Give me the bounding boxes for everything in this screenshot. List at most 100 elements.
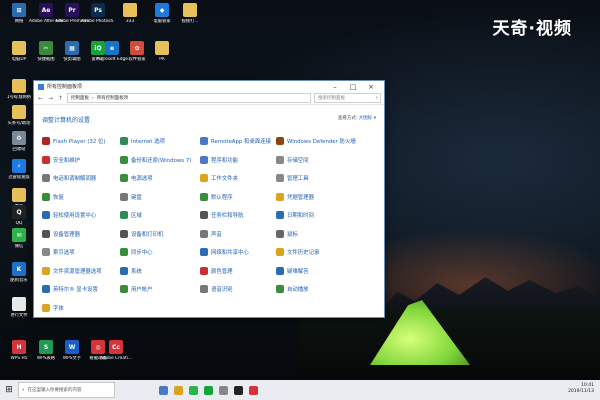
taskbar-app-icon[interactable] [189,385,198,395]
control-panel-item-label: 备份和还原(Windows 7) [131,157,192,164]
control-panel-item-label: 程序和功能 [211,157,238,164]
desktop-icon[interactable]: Q QQ [2,205,36,226]
back-arrow-icon[interactable]: ← [37,95,44,102]
control-panel-item[interactable]: 语音识别 [200,285,233,293]
premiere-icon: Pr [65,3,79,17]
taskbar-search-input[interactable]: ⌕ 在这里输入你要搜索的内容 [18,382,115,398]
control-panel-item[interactable]: 电话和调制解调器 [42,174,96,182]
qq-icon: Q [12,205,26,219]
control-panel-item[interactable]: 鼠标 [276,229,298,238]
control-panel-item[interactable]: 恢复 [42,192,64,201]
control-panel-item[interactable]: 索引选项 [42,248,75,256]
folder-icon [12,105,26,119]
desktop-icon-label: PR [159,57,165,62]
control-panel-item[interactable]: 英特尔® 显卡设置 [42,285,98,293]
view-by-label: 查看方式: [337,116,358,121]
control-panel-item[interactable]: 电源选项 [120,174,153,182]
control-panel-item[interactable]: 同步中心 [120,248,153,256]
desktop-icon[interactable]: ⚡ 迅雷极速版 [2,159,36,180]
taskbar-app-icon[interactable] [204,385,213,395]
desktop-icon[interactable]: 333 [113,3,147,24]
control-panel-item[interactable]: RemoteApp 和桌面连接 [200,137,271,145]
file-icon [183,3,197,17]
forward-arrow-icon[interactable]: → [47,95,54,102]
taskbar-app-icon[interactable] [219,385,228,395]
control-panel-item[interactable]: 程序和功能 [200,155,238,164]
control-panel-item[interactable]: Internet 选项 [120,137,165,145]
credential-icon [276,192,284,201]
window-titlebar[interactable]: 所有控制面板项 – □ × [34,81,384,92]
control-panel-item[interactable]: 用户帐户 [120,285,153,293]
fonts-icon [42,303,50,312]
control-panel-item[interactable]: 设备管理器 [42,229,80,238]
speech-icon [200,285,208,293]
control-panel-item[interactable]: 系统 [120,266,142,275]
desktop-icon[interactable]: 视频打... [173,3,207,24]
control-panel-item[interactable]: 字体 [42,303,64,312]
control-panel-item[interactable]: 自动播放 [276,285,309,293]
control-panel-item[interactable]: 存储空间 [276,155,309,164]
address-root[interactable]: 控制面板 [71,95,89,101]
control-panel-item[interactable]: 疑难解答 [276,266,309,275]
address-bar[interactable]: 控制面板 › 所有控制面板项 [67,93,311,103]
control-panel-item-label: Internet 选项 [131,139,165,145]
control-panel-item[interactable]: 文件资源管理器选项 [42,266,102,275]
desktop-icon[interactable]: Cc Adobe Creati... [99,340,133,361]
desktop-icon-label: Adobe Creati... [100,356,132,361]
control-panel-item[interactable]: 备份和还原(Windows 7) [120,155,192,164]
view-by-dropdown[interactable]: 大图标 ▾ [359,116,376,121]
page-title: 调整计算机的设置 [42,117,91,124]
taskbar-app-icon[interactable] [234,385,243,395]
control-panel-item[interactable]: 安全和维护 [42,155,80,164]
control-panel-item[interactable]: 网络和共享中心 [200,248,249,256]
file-history-icon [276,248,284,256]
control-panel-item[interactable]: 文件历史记录 [276,248,319,256]
folder-icon [123,3,137,17]
close-button[interactable]: × [362,83,380,91]
control-panel-item[interactable]: 任务栏和导航 [200,211,243,219]
control-panel-item[interactable]: 日期和时间 [276,211,314,219]
taskbar-app-icon[interactable] [159,385,168,395]
control-panel-item[interactable]: 区域 [120,211,142,219]
control-panel-window: 所有控制面板项 – □ × ← → ↑ 控制面板 › 所有控制面板项 搜索控制面… [33,80,385,318]
control-panel-item[interactable]: 工作文件夹 [200,174,238,182]
control-panel-search-input[interactable]: 搜索控制面板 ⌕ [314,93,381,103]
desktop-icon[interactable]: K 酷狗音乐 [2,262,36,283]
maximize-button[interactable]: □ [344,83,362,91]
taskbar-app-icon[interactable] [174,385,183,395]
desktop-icon[interactable]: ✉ 微信 [2,228,36,249]
control-panel-item[interactable]: Flash Player (32 位) [42,137,106,145]
system-tray-clock[interactable]: 10:41 2019/11/13 [568,383,594,395]
minimize-button[interactable]: – [326,83,344,91]
desktop-icon[interactable]: Ps Adobe Photosh... [81,3,115,24]
windows-icon[interactable]: ⊞ [0,385,18,395]
taskbar-app-icon[interactable] [249,385,258,395]
desktop-icon[interactable]: 1号标准网络 [2,79,36,100]
desktop-icon-label: 333 [125,19,135,24]
region-icon [120,211,128,219]
control-panel-item-label: 默认程序 [211,194,233,201]
control-panel-item[interactable]: Windows Defender 防火墙 [276,137,356,145]
up-arrow-icon[interactable]: ↑ [57,95,64,102]
control-panel-item[interactable]: 凭据管理器 [276,192,314,201]
desktop-icon[interactable]: 头条号/助理 [2,105,36,126]
wechat-icon: ✉ [12,228,26,242]
control-panel-item[interactable]: 默认程序 [200,192,233,201]
control-panel-item-label: 系统 [131,268,142,275]
ease-of-access-icon [42,211,50,219]
view-by-control[interactable]: 查看方式: 大图标 ▾ [338,115,376,124]
control-panel-item[interactable]: 颜色管理 [200,266,233,275]
address-current[interactable]: 所有控制面板项 [97,95,129,101]
photoshop-icon: Ps [91,3,105,17]
folder-icon [12,79,26,93]
control-panel-item[interactable]: 键盘 [120,192,142,201]
control-panel-item[interactable]: 轻松使用设置中心 [42,211,96,219]
phone-icon [42,174,50,182]
control-panel-item[interactable]: 声音 [200,229,222,238]
control-panel-item[interactable]: 管理工具 [276,174,309,182]
control-panel-item[interactable]: 设备和打印机 [120,229,163,238]
flash-icon [42,137,50,145]
programs-icon [200,155,208,164]
desktop-icon[interactable]: PR [145,41,179,62]
desktop-icon[interactable]: ♻ 回收站 [2,131,36,152]
